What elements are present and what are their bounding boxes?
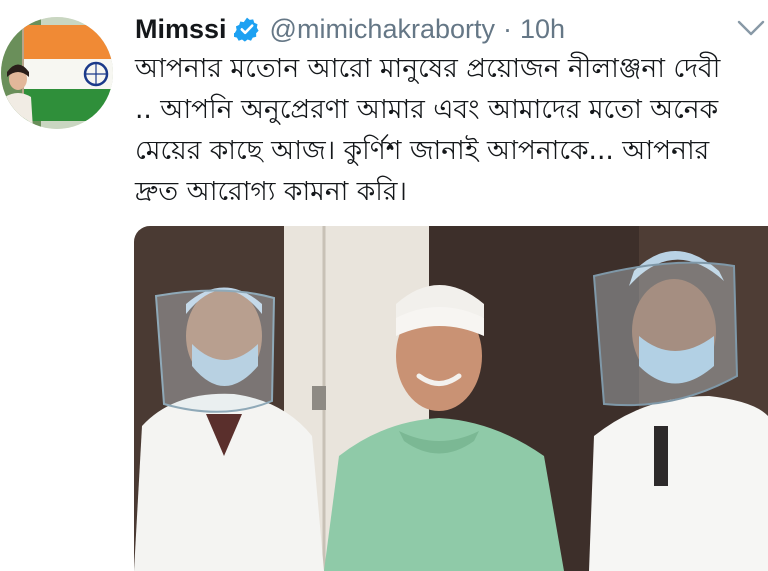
tweet-timestamp[interactable]: 10h	[520, 14, 565, 45]
user-handle[interactable]: @mimichakraborty	[270, 14, 495, 45]
separator-dot: ·	[503, 13, 512, 44]
tweet-photo[interactable]	[134, 226, 768, 571]
photo-image	[134, 226, 768, 571]
tweet-header: Mimssi @mimichakraborty · 10h	[135, 10, 565, 48]
avatar[interactable]	[1, 17, 113, 129]
tweet-text: আপনার মতোন আরো মানুষের প্রয়োজন নীলাঞ্জন…	[135, 53, 721, 207]
avatar-photo	[1, 17, 113, 129]
chevron-down-icon[interactable]	[736, 18, 766, 38]
display-name[interactable]: Mimssi	[135, 14, 227, 45]
verified-badge-icon	[233, 16, 260, 42]
